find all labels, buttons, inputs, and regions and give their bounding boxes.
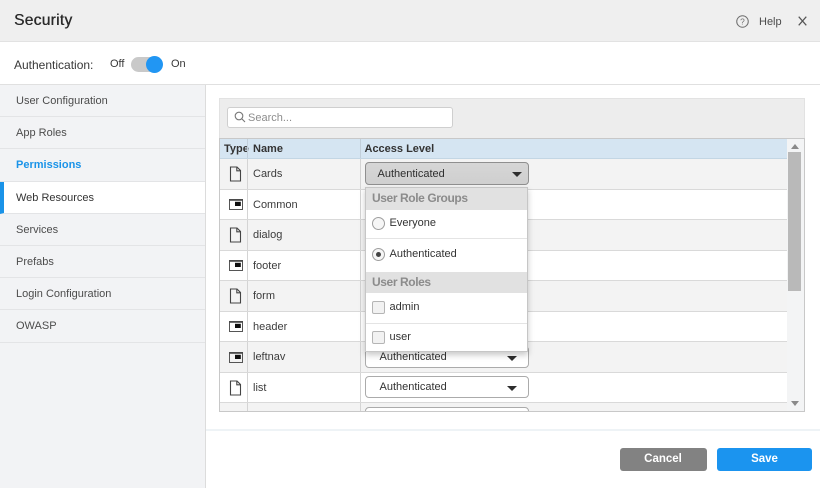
svg-text:?: ? (740, 16, 745, 26)
